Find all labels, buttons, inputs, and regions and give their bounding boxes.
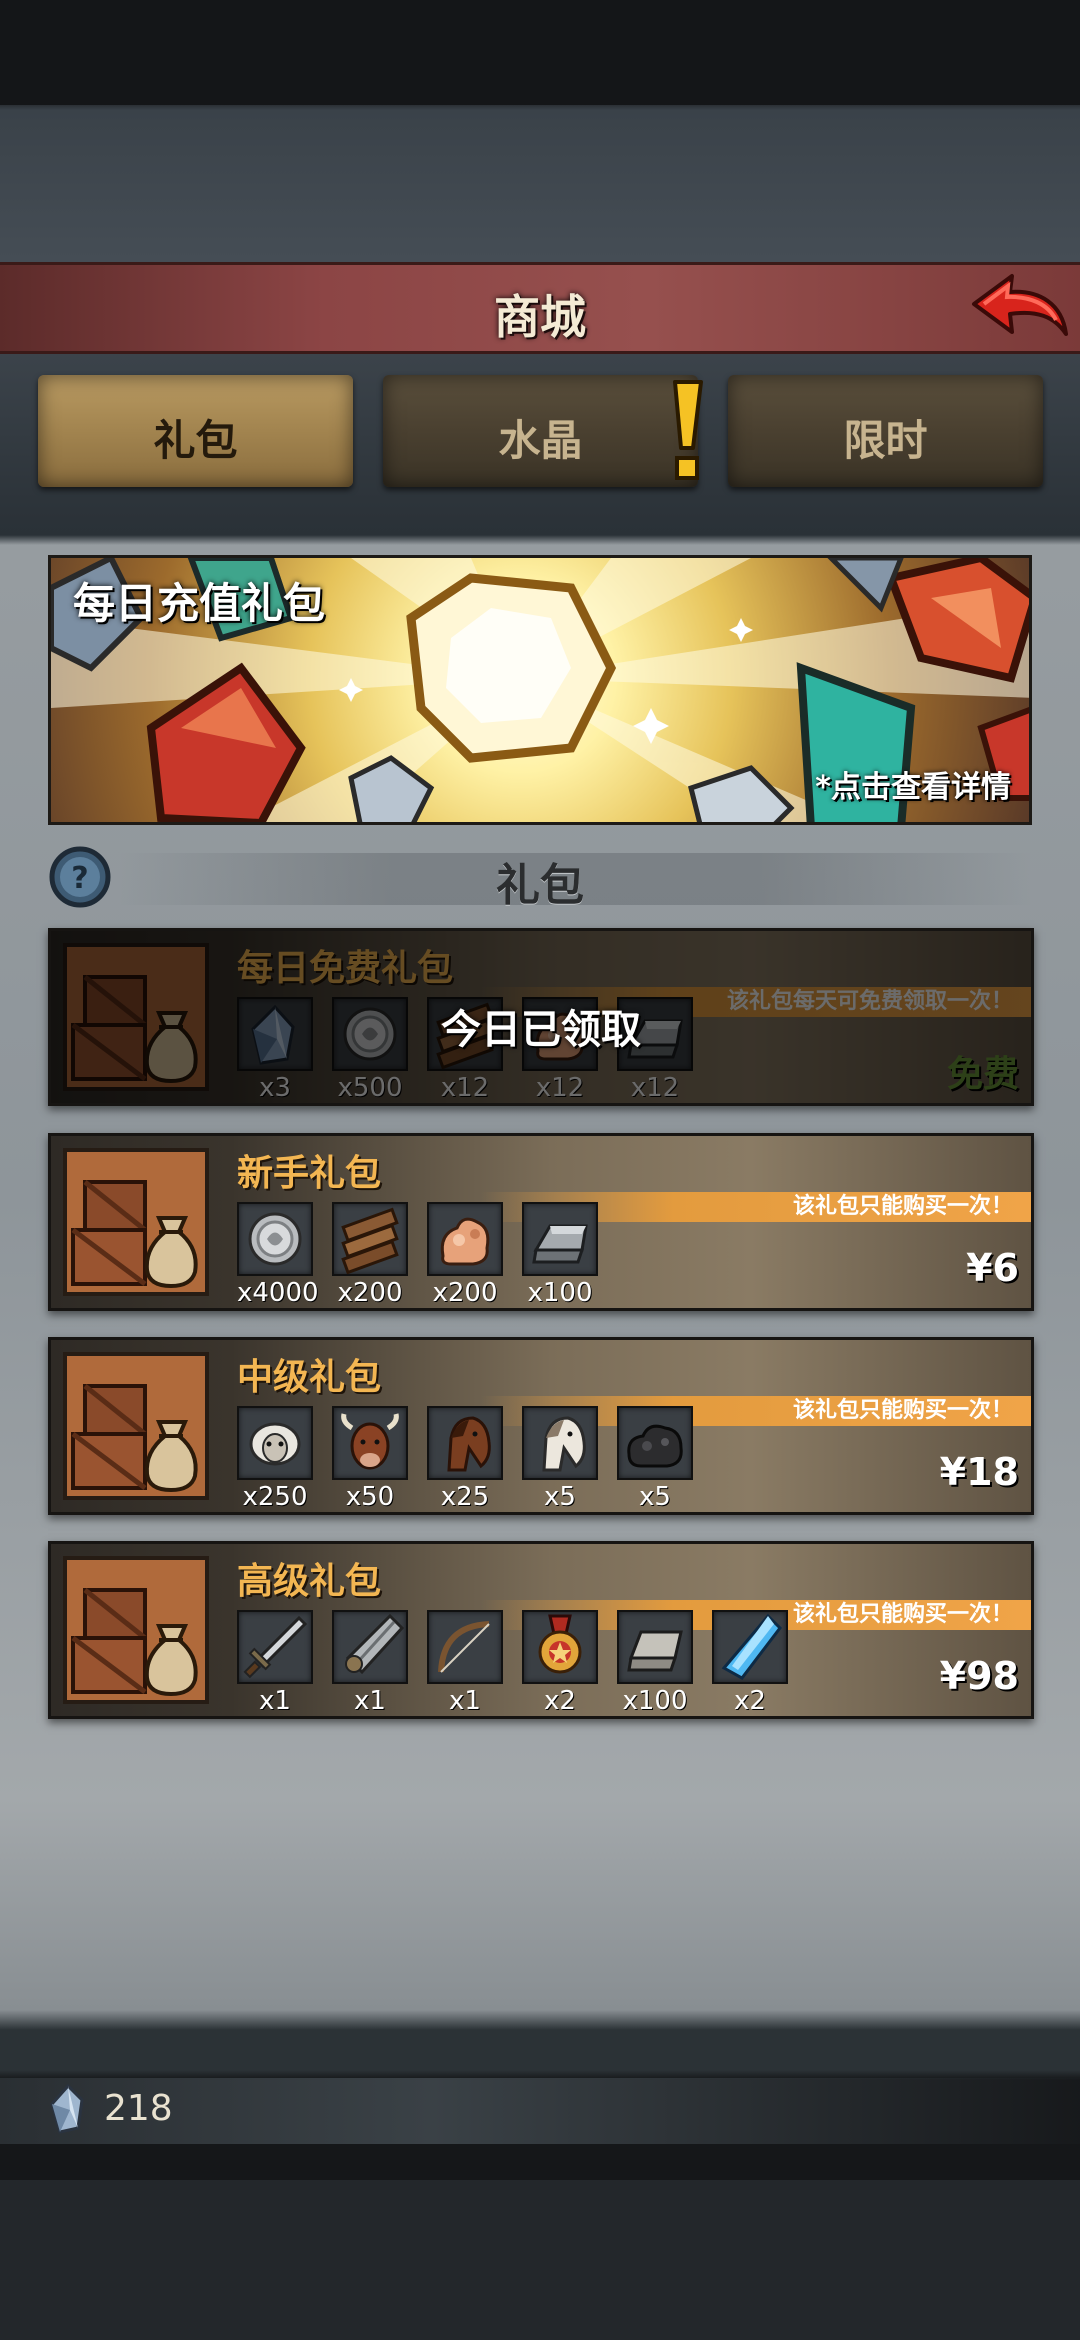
crate-and-sack-icon <box>63 1352 209 1500</box>
pack-item[interactable]: x4000 <box>237 1202 319 1308</box>
item-quantity: x100 <box>527 1278 593 1308</box>
item-quantity: x100 <box>622 1686 688 1716</box>
tab-label: 水晶 <box>498 416 583 465</box>
pack-note: 该礼包只能购买一次！ <box>792 1398 1013 1423</box>
item-quantity: x50 <box>345 1482 395 1512</box>
stone-brick-icon <box>617 1610 693 1684</box>
section-header: 礼包 ? <box>48 845 1032 911</box>
pack-item[interactable]: x25 <box>427 1406 507 1512</box>
buy-price-button[interactable]: ¥98 <box>940 1654 1019 1698</box>
back-arrow-icon[interactable] <box>970 270 1070 346</box>
pack-item[interactable]: x250 <box>237 1406 317 1512</box>
tab-gift-packs[interactable]: 礼包 <box>38 375 353 487</box>
pack-item[interactable]: x1 <box>427 1610 507 1716</box>
pack-name: 新手礼包 <box>237 1153 382 1194</box>
sword-icon <box>237 1610 313 1684</box>
item-quantity: x25 <box>440 1482 490 1512</box>
medal-icon <box>522 1610 598 1684</box>
item-quantity: x5 <box>639 1482 671 1512</box>
system-navigation-area <box>0 2180 1080 2340</box>
pack-card[interactable]: 新手礼包该礼包只能购买一次！ x4000 x200 x200 x100 ¥6 <box>48 1133 1034 1311</box>
pack-card[interactable]: 高级礼包该礼包只能购买一次！ x1 x1 x1 x2 x100 x2 ¥98 <box>48 1541 1034 1719</box>
coal-icon <box>617 1406 693 1480</box>
pack-card[interactable]: 每日免费礼包该礼包每天可免费领取一次！x3x500x12x12x12免费今日已领… <box>48 928 1034 1106</box>
help-question-icon[interactable]: ? <box>48 845 112 909</box>
buy-price-button[interactable]: ¥6 <box>966 1246 1019 1290</box>
crate-and-sack-icon <box>63 1148 209 1296</box>
item-quantity: x200 <box>337 1278 403 1308</box>
item-quantity: x1 <box>449 1686 481 1716</box>
item-quantity: x2 <box>734 1686 766 1716</box>
section-title: 礼包 <box>496 860 584 911</box>
svg-text:?: ? <box>71 861 88 896</box>
item-quantity: x1 <box>259 1686 291 1716</box>
shop-screen: 商城 礼包 水晶 限时 每日充值礼包 *点击查看详情 礼包 ? 今日已领取 新手… <box>0 0 1080 2340</box>
tab-crystals[interactable]: 水晶 <box>383 375 698 487</box>
tab-bar: 礼包 水晶 限时 <box>0 370 1080 500</box>
item-quantity: x1 <box>354 1686 386 1716</box>
pack-item[interactable]: x50 <box>332 1406 412 1512</box>
crystal-currency-icon <box>48 2083 88 2134</box>
buy-price-button[interactable]: ¥18 <box>940 1450 1019 1494</box>
crystal-count: 218 <box>104 2088 173 2129</box>
pack-note: 该礼包只能购买一次！ <box>792 1602 1013 1627</box>
status-bar <box>0 0 1080 105</box>
crate-and-sack-icon <box>63 1556 209 1704</box>
sheep-icon <box>237 1406 313 1480</box>
pack-name: 中级礼包 <box>237 1357 382 1398</box>
pack-item[interactable]: x1 <box>237 1610 317 1716</box>
pack-item[interactable]: x5 <box>617 1406 697 1512</box>
tab-label: 礼包 <box>153 416 238 465</box>
iron-ingot-icon <box>522 1202 598 1276</box>
item-quantity: x250 <box>242 1482 308 1512</box>
tab-label: 限时 <box>843 416 928 465</box>
pack-item[interactable]: x200 <box>427 1202 507 1308</box>
ore-icon <box>427 1202 503 1276</box>
greatsword-icon <box>332 1610 408 1684</box>
pack-note: 该礼包只能购买一次！ <box>792 1194 1013 1219</box>
wood-planks-icon <box>332 1202 408 1276</box>
blue-crystal-icon <box>712 1610 788 1684</box>
pack-item[interactable]: x1 <box>332 1610 412 1716</box>
item-quantity: x2 <box>544 1686 576 1716</box>
silver-coin-icon <box>237 1202 313 1276</box>
pack-card[interactable]: 中级礼包该礼包只能购买一次！ x250 x50 x25 x5 x5 ¥18 <box>48 1337 1034 1515</box>
currency-bar: 218 <box>0 2078 1080 2144</box>
banner-hint: *点击查看详情 <box>815 770 1011 805</box>
tab-limited[interactable]: 限时 <box>728 375 1043 487</box>
pack-item[interactable]: x2 <box>522 1610 602 1716</box>
item-quantity: x5 <box>544 1482 576 1512</box>
cow-icon <box>332 1406 408 1480</box>
pack-item[interactable]: x100 <box>522 1202 602 1308</box>
daily-recharge-banner[interactable]: 每日充值礼包 *点击查看详情 <box>48 555 1032 825</box>
item-quantity: x200 <box>432 1278 498 1308</box>
pack-item[interactable]: x100 <box>617 1610 697 1716</box>
title-bar: 商城 <box>0 262 1080 354</box>
pack-item[interactable]: x5 <box>522 1406 602 1512</box>
brown-horse-icon <box>427 1406 503 1480</box>
claimed-label: 今日已领取 <box>441 1007 641 1053</box>
exclamation-alert-icon <box>667 378 707 488</box>
bow-icon <box>427 1610 503 1684</box>
page-title: 商城 <box>494 290 586 344</box>
banner-title: 每日充值礼包 <box>73 579 326 628</box>
pack-item[interactable]: x200 <box>332 1202 412 1308</box>
pack-item[interactable]: x2 <box>712 1610 792 1716</box>
white-horse-icon <box>522 1406 598 1480</box>
item-quantity: x4000 <box>237 1278 319 1308</box>
pack-name: 高级礼包 <box>237 1561 382 1602</box>
